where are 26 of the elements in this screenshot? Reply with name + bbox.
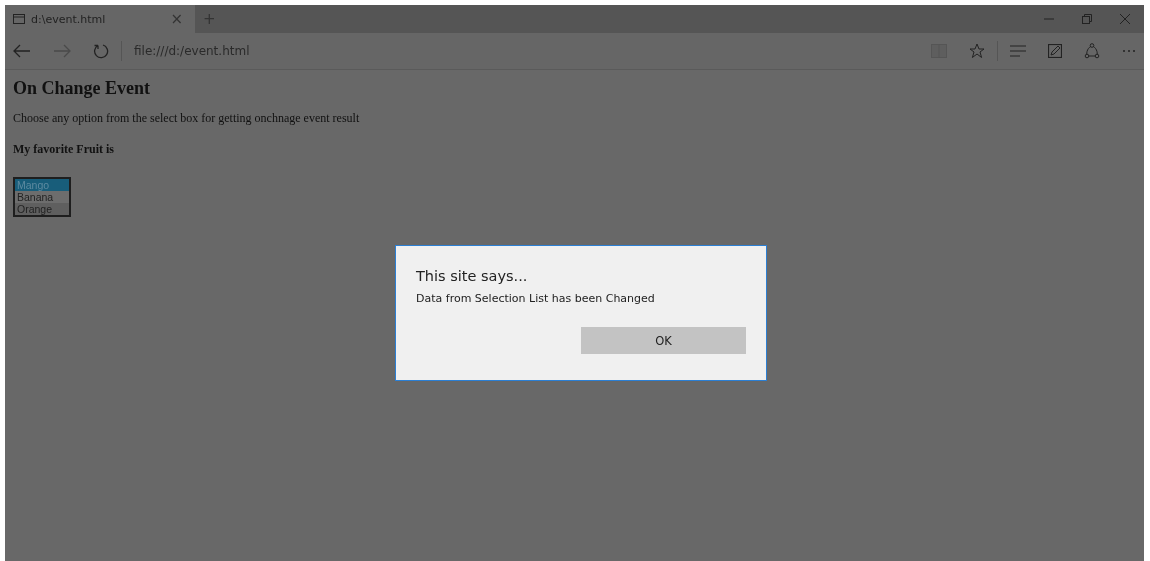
fruit-option[interactable]: Orange — [15, 203, 69, 215]
browser-tab[interactable]: d:\event.html × — [5, 5, 195, 33]
menu-lines-icon[interactable] — [1010, 45, 1026, 57]
fruit-option[interactable]: Banana — [15, 191, 69, 203]
address-field[interactable]: file:///d:/event.html — [134, 44, 909, 58]
fruit-listbox[interactable]: Mango Banana Orange — [13, 177, 71, 217]
dialog-title: This site says... — [416, 268, 529, 284]
back-arrow-icon[interactable] — [13, 44, 31, 58]
instruction-text: Choose any option from the select box for getting onchnage event result — [13, 111, 361, 126]
restore-icon[interactable] — [1082, 14, 1092, 24]
fruit-label: My favorite Fruit is — [13, 142, 115, 157]
more-icon[interactable] — [1122, 49, 1136, 53]
new-tab-button[interactable]: + — [199, 10, 220, 28]
share-icon[interactable] — [1084, 43, 1100, 59]
pen-note-icon[interactable] — [1048, 44, 1062, 58]
fruit-option[interactable]: Mango — [15, 179, 69, 191]
ok-button[interactable]: OK — [581, 327, 746, 354]
tab-title: d:\event.html — [31, 12, 107, 26]
forward-arrow-icon[interactable] — [53, 44, 71, 58]
refresh-icon[interactable] — [93, 43, 109, 59]
page-heading: On Change Event — [13, 78, 152, 99]
dialog-message: Data from Selection List has been Changed — [416, 292, 656, 305]
close-icon[interactable] — [1120, 14, 1130, 24]
close-tab-button[interactable]: × — [166, 10, 187, 28]
page-icon — [13, 14, 25, 24]
star-icon[interactable] — [969, 43, 985, 59]
